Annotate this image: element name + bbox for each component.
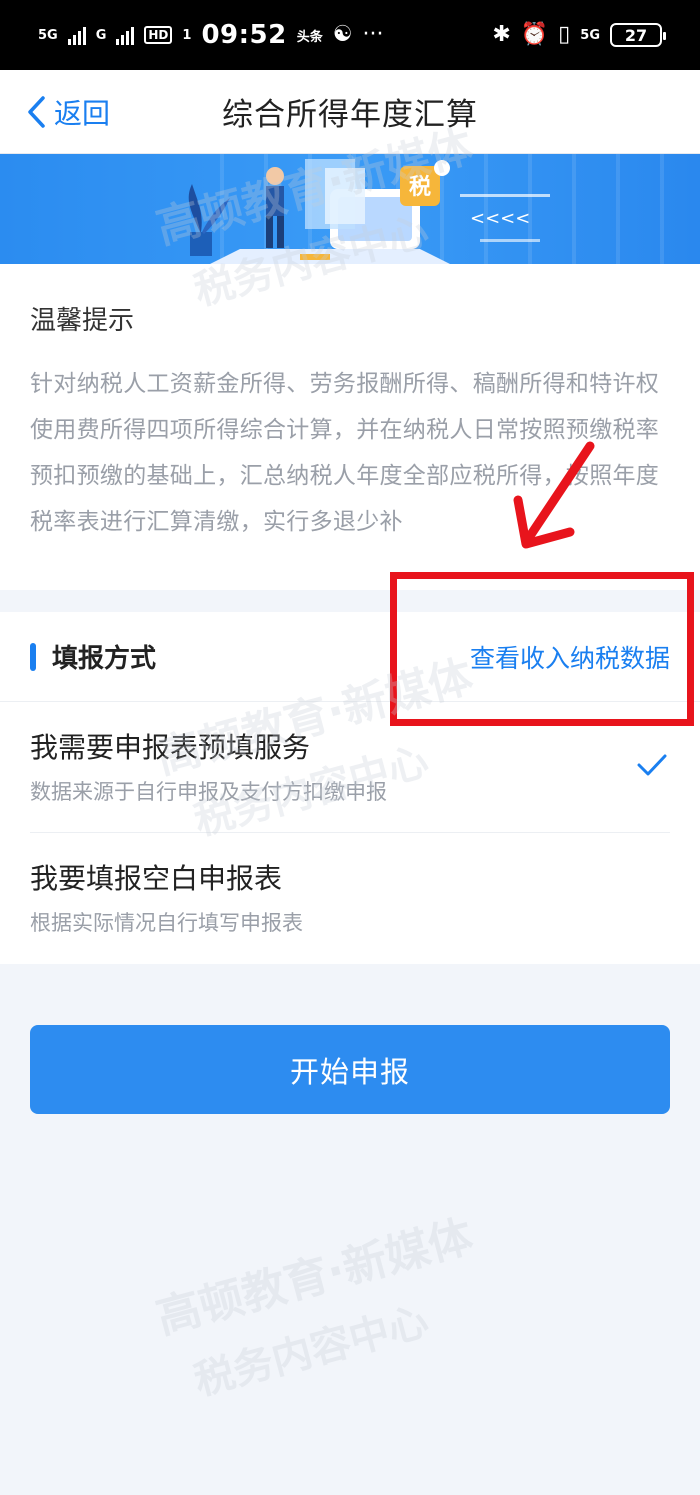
person-body xyxy=(266,186,284,216)
plant-pot xyxy=(190,232,212,256)
watermark-line2: 税务内容中心 xyxy=(189,1298,434,1405)
hd-sub: 1 xyxy=(182,27,192,43)
battery-level: 27 xyxy=(624,25,648,45)
check-dot xyxy=(434,160,450,176)
battery-icon: 27 xyxy=(610,23,666,47)
bluetooth-icon: ✱ xyxy=(492,22,511,47)
toutiao-icon: 头条 xyxy=(296,29,323,45)
banner-accent xyxy=(300,254,330,260)
person-leg-2 xyxy=(277,216,284,248)
watermark-line1: 高顿教育·新媒体 xyxy=(151,1210,479,1345)
option-title: 我需要申报表预填服务 xyxy=(30,731,311,764)
network-type-1: 5G xyxy=(38,27,58,43)
start-filing-button[interactable]: 开始申报 xyxy=(30,1025,670,1114)
watermark: 高顿教育·新媒体 税务内容中心 xyxy=(148,1200,496,1412)
vibrate-icon: ▯ xyxy=(558,22,571,47)
hd-voice-icon: HD xyxy=(144,26,173,44)
floating-panel-2 xyxy=(325,168,365,224)
banner: 税 <<<< xyxy=(0,154,700,264)
nav-bar: 返回 综合所得年度汇算 xyxy=(0,70,700,154)
option-title: 我要填报空白申报表 xyxy=(30,862,283,895)
tax-badge-label: 税 xyxy=(409,174,431,200)
person-head xyxy=(266,167,284,185)
network-type-2: G xyxy=(95,27,107,43)
section-accent-bar xyxy=(30,642,36,671)
chevron-left-icon xyxy=(28,96,45,128)
plant-leaf-2 xyxy=(202,198,230,234)
annotation-highlight-box xyxy=(390,572,694,726)
signal-icon-2 xyxy=(116,25,135,45)
tip-title: 温馨提示 xyxy=(30,306,135,336)
plant-leaf xyxy=(188,184,202,232)
check-icon xyxy=(637,754,667,776)
option-subtitle: 数据来源于自行申报及支付方扣缴申报 xyxy=(30,780,387,804)
annotation-arrow-icon xyxy=(513,441,595,549)
page-title: 综合所得年度汇算 xyxy=(222,97,478,133)
banner-line-2 xyxy=(480,239,540,242)
status-bar: 5G G HD 1 09:52 头条 ☯ ··· ✱ ⏰ ▯ 5G 27 xyxy=(0,0,700,70)
back-label: 返回 xyxy=(54,97,111,130)
alarm-icon: ⏰ xyxy=(520,22,549,47)
section-title: 填报方式 xyxy=(52,644,157,674)
app-notification-icon: ☯ xyxy=(332,22,353,47)
person-leg xyxy=(266,216,273,248)
network-type-3: 5G xyxy=(580,27,600,43)
option-blank-form[interactable]: 我要填报空白申报表 根据实际情况自行填写申报表 xyxy=(30,833,670,964)
banner-chevrons: <<<< xyxy=(470,208,530,229)
banner-illustration: 税 <<<< xyxy=(188,159,550,264)
back-button[interactable]: 返回 xyxy=(26,92,110,132)
clock: 09:52 xyxy=(201,20,287,50)
more-notifications-icon: ··· xyxy=(362,22,384,47)
signal-icon xyxy=(67,25,86,45)
banner-line xyxy=(460,194,550,197)
option-subtitle: 根据实际情况自行填写申报表 xyxy=(30,911,303,935)
